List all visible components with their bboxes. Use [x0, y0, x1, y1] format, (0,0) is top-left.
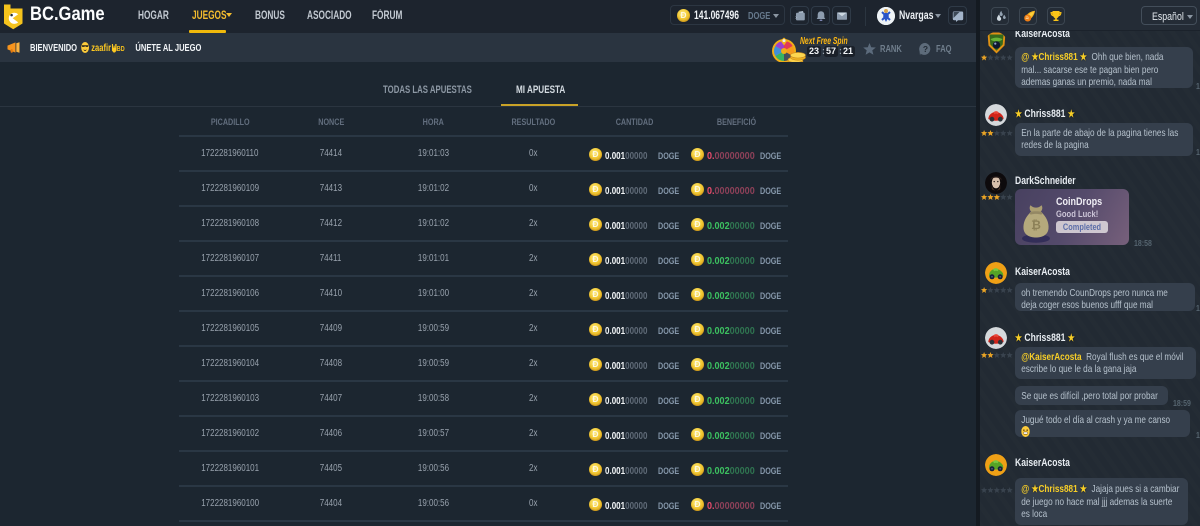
svg-text:?: ? [923, 44, 928, 54]
svg-text:₿: ₿ [1031, 218, 1041, 232]
